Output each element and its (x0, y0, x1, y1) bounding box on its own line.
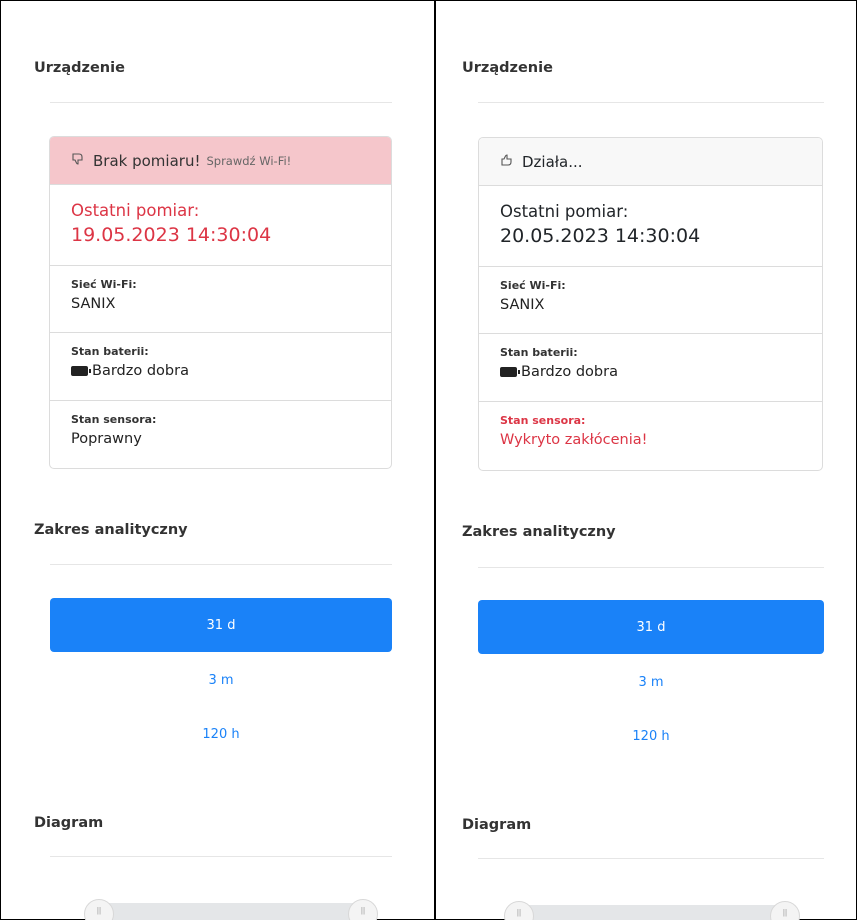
range-option-120h[interactable]: 120 h (50, 723, 392, 745)
battery-label: Stan baterii: (500, 346, 578, 359)
wifi-row: Sieć Wi-Fi: SANIX (50, 266, 391, 333)
last-measurement-label: Ostatni pomiar: (71, 201, 200, 220)
range-section-title: Zakres analityczny (34, 522, 188, 538)
device-section-title: Urządzenie (462, 60, 553, 76)
section-divider (50, 564, 392, 565)
device-panel-right: Urządzenie Działa... Ostatni pomiar: 20.… (436, 0, 857, 920)
wifi-value: SANIX (71, 296, 116, 312)
last-measurement-row: Ostatni pomiar: 20.05.2023 14:30:04 (479, 186, 822, 267)
battery-full-icon (500, 367, 520, 377)
battery-value: Bardzo dobra (521, 364, 618, 380)
section-divider (478, 567, 824, 568)
range-option-120h[interactable]: 120 h (478, 725, 824, 747)
diagram-section-title: Diagram (462, 817, 532, 833)
status-hint: Sprawdź Wi-Fi! (206, 153, 292, 168)
sensor-value: Wykryto zakłócenia! (500, 432, 648, 448)
last-measurement-label: Ostatni pomiar: (500, 202, 629, 221)
wifi-row: Sieć Wi-Fi: SANIX (479, 267, 822, 334)
diagram-range-slider[interactable]: || || (504, 901, 800, 920)
section-divider (478, 102, 824, 103)
section-divider (50, 102, 392, 103)
status-text: Brak pomiaru! (93, 151, 201, 170)
slider-right-handle[interactable]: || (348, 899, 378, 920)
range-option-31d[interactable]: 31 d (50, 598, 392, 652)
diagram-range-slider[interactable]: || || (84, 899, 378, 920)
wifi-label: Sieć Wi-Fi: (71, 278, 137, 291)
status-header: Działa... (479, 138, 822, 186)
thumbs-down-icon (71, 152, 87, 170)
slider-right-handle[interactable]: || (770, 901, 800, 920)
wifi-label: Sieć Wi-Fi: (500, 279, 566, 292)
device-panel-left: Urządzenie Brak pomiaru! Sprawdź Wi-Fi! … (0, 0, 434, 920)
sensor-value: Poprawny (71, 431, 142, 447)
device-status-card: Działa... Ostatni pomiar: 20.05.2023 14:… (478, 137, 823, 471)
status-header: Brak pomiaru! Sprawdź Wi-Fi! (50, 137, 391, 185)
range-option-3m[interactable]: 3 m (478, 671, 824, 693)
battery-row: Stan baterii: Bardzo dobra (50, 333, 391, 401)
range-section-title: Zakres analityczny (462, 524, 616, 540)
battery-label: Stan baterii: (71, 345, 149, 358)
device-section-title: Urządzenie (34, 60, 125, 76)
thumbs-up-icon (500, 153, 516, 171)
slider-left-handle[interactable]: || (504, 901, 534, 920)
wifi-value: SANIX (500, 297, 545, 313)
last-measurement-value: 19.05.2023 14:30:04 (71, 224, 272, 246)
status-text: Działa... (522, 152, 583, 171)
sensor-row: Stan sensora: Poprawny (50, 401, 391, 468)
slider-left-handle[interactable]: || (84, 899, 114, 920)
battery-row: Stan baterii: Bardzo dobra (479, 334, 822, 402)
device-status-card: Brak pomiaru! Sprawdź Wi-Fi! Ostatni pom… (49, 136, 392, 469)
section-divider (478, 858, 824, 859)
battery-full-icon (71, 366, 91, 376)
sensor-row: Stan sensora: Wykryto zakłócenia! (479, 402, 822, 470)
diagram-section-title: Diagram (34, 815, 104, 831)
last-measurement-row: Ostatni pomiar: 19.05.2023 14:30:04 (50, 185, 391, 266)
range-option-3m[interactable]: 3 m (50, 669, 392, 691)
last-measurement-value: 20.05.2023 14:30:04 (500, 225, 701, 247)
range-option-31d[interactable]: 31 d (478, 600, 824, 654)
sensor-label: Stan sensora: (500, 414, 586, 427)
sensor-label: Stan sensora: (71, 413, 157, 426)
battery-value: Bardzo dobra (92, 363, 189, 379)
section-divider (50, 856, 392, 857)
